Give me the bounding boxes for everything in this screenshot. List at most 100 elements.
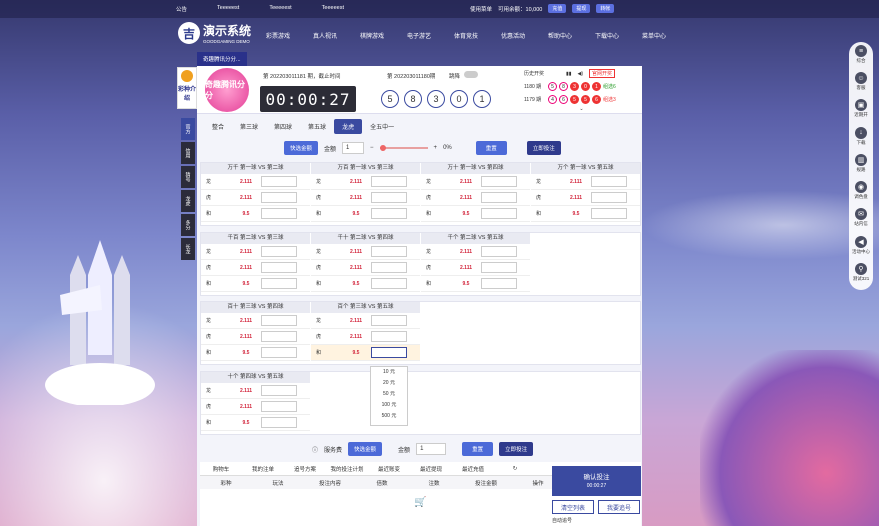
- bet-row[interactable]: 虎 2.111: [201, 260, 310, 276]
- bet-row[interactable]: 虎 2.111: [201, 190, 310, 206]
- reset-button[interactable]: 重置: [475, 141, 507, 155]
- chevron-down-icon[interactable]: ⌄: [524, 106, 639, 112]
- info-icon[interactable]: ⓘ: [312, 445, 318, 454]
- tab-item[interactable]: 第四球: [266, 119, 300, 134]
- bet-row[interactable]: 虎 2.111: [201, 329, 310, 345]
- bet-amount-input[interactable]: [371, 262, 407, 273]
- tab-item[interactable]: 龙虎: [334, 118, 363, 134]
- tab-item[interactable]: 第三球: [232, 119, 266, 134]
- official-draw-button[interactable]: 官网开奖: [589, 69, 616, 78]
- sound-icon[interactable]: ◀): [578, 71, 584, 77]
- bet-amount-input[interactable]: [371, 192, 407, 203]
- nav-item[interactable]: 电子游艺: [407, 31, 454, 40]
- nav-item[interactable]: 棋牌游戏: [360, 31, 407, 40]
- bet-amount-input[interactable]: [481, 176, 517, 187]
- submit-bet-button[interactable]: 立即投注: [499, 442, 534, 456]
- bet-row[interactable]: 虎 2.111: [421, 260, 530, 276]
- transfer-button[interactable]: 转帐: [596, 4, 615, 13]
- auto-chase-link[interactable]: 自动追号: [552, 517, 641, 524]
- float-menu-item[interactable]: ▣ 近期开: [851, 99, 871, 126]
- nav-item[interactable]: 下载中心: [595, 31, 642, 40]
- bet-amount-input[interactable]: [371, 331, 407, 342]
- submit-bet-button[interactable]: 立即投注: [526, 141, 561, 155]
- record-tab[interactable]: 我的投注计划: [326, 465, 368, 473]
- bet-row[interactable]: 虎 2.111: [201, 399, 310, 415]
- tab-item[interactable]: 整合: [204, 119, 232, 134]
- bet-amount-input[interactable]: [371, 176, 407, 187]
- record-tab[interactable]: 追号方案: [284, 465, 326, 473]
- game-intro-button[interactable]: 彩种介绍: [177, 67, 197, 109]
- nav-item[interactable]: 真人视讯: [313, 31, 360, 40]
- record-tab[interactable]: 购物车: [200, 465, 242, 473]
- record-tab[interactable]: 最近账变: [368, 465, 410, 473]
- float-menu-item[interactable]: ▥ 规路: [851, 153, 871, 181]
- bet-amount-input[interactable]: [481, 192, 517, 203]
- tab-item[interactable]: 全五中一: [362, 119, 402, 134]
- bet-amount-input[interactable]: [481, 246, 517, 257]
- notice-item[interactable]: Teeeeest: [217, 5, 239, 13]
- bet-amount-input[interactable]: [481, 262, 517, 273]
- bet-row[interactable]: 龙 2.111: [421, 244, 530, 260]
- amount-input[interactable]: 1: [416, 443, 447, 455]
- bet-row[interactable]: 虎 2.111: [311, 190, 420, 206]
- plus-icon[interactable]: +: [434, 145, 438, 151]
- bet-amount-input[interactable]: [261, 192, 297, 203]
- amount-slider[interactable]: [379, 145, 428, 151]
- nav-item[interactable]: 菜单中心: [642, 31, 689, 40]
- deposit-button[interactable]: 充值: [548, 4, 567, 13]
- confirm-bet-button[interactable]: 确认投注 00:00:27: [552, 466, 641, 496]
- bet-row[interactable]: 和 9.5: [201, 345, 310, 361]
- dropdown-option[interactable]: 10 元: [371, 367, 407, 378]
- bet-row[interactable]: 和 9.5: [421, 206, 530, 222]
- amount-input[interactable]: 1: [342, 142, 365, 154]
- side-tab[interactable]: 龙虎: [181, 190, 195, 212]
- bet-row[interactable]: 龙 2.111: [311, 174, 420, 190]
- bet-row[interactable]: 和 9.5: [201, 415, 310, 431]
- float-menu-item[interactable]: ◉ 调色盘: [851, 181, 871, 208]
- float-menu-item[interactable]: ☺ 客服: [851, 72, 871, 99]
- bet-amount-input[interactable]: [261, 315, 297, 326]
- bet-amount-input[interactable]: [371, 208, 407, 219]
- bet-row[interactable]: 龙 2.111: [201, 244, 310, 260]
- bet-amount-input[interactable]: [261, 417, 297, 428]
- bet-amount-input[interactable]: [261, 278, 297, 289]
- bet-row[interactable]: 龙 2.111: [531, 174, 640, 190]
- bet-row[interactable]: 和 9.5: [311, 345, 420, 361]
- bet-amount-input[interactable]: [481, 278, 517, 289]
- trend-toggle[interactable]: [464, 71, 478, 78]
- bet-amount-input[interactable]: [371, 246, 407, 257]
- quick-amount-button[interactable]: 快选金额: [348, 442, 383, 456]
- site-logo[interactable]: 吉 演示系统 GOODGAMING DEMO: [178, 22, 251, 44]
- bet-amount-input[interactable]: [261, 176, 297, 187]
- bet-row[interactable]: 龙 2.111: [311, 313, 420, 329]
- float-menu-item[interactable]: ≡ 综合: [851, 45, 871, 72]
- bet-amount-input[interactable]: [261, 401, 297, 412]
- bet-amount-input[interactable]: [371, 278, 407, 289]
- bet-row[interactable]: 和 9.5: [201, 276, 310, 292]
- bet-amount-input[interactable]: [261, 347, 297, 358]
- minus-icon[interactable]: −: [370, 145, 374, 151]
- clear-list-button[interactable]: 清空列表: [552, 500, 594, 514]
- withdraw-button[interactable]: 提现: [572, 4, 591, 13]
- chart-icon[interactable]: ▮▮: [566, 71, 572, 77]
- bet-amount-input[interactable]: [591, 176, 627, 187]
- user-menu[interactable]: 使用菜单: [470, 5, 492, 13]
- quick-amount-button[interactable]: 快选金额: [284, 141, 319, 155]
- bet-amount-input[interactable]: [371, 347, 407, 358]
- nav-item[interactable]: 体育竞技: [454, 31, 501, 40]
- reset-button[interactable]: 重置: [462, 442, 494, 456]
- side-tab[interactable]: 多分: [181, 214, 195, 236]
- game-breadcrumb[interactable]: 奇趣腾讯分分...: [197, 52, 247, 66]
- side-tab[interactable]: 信用: [181, 142, 195, 164]
- bet-amount-input[interactable]: [481, 208, 517, 219]
- bet-amount-input[interactable]: [371, 315, 407, 326]
- bet-row[interactable]: 和 9.5: [311, 206, 420, 222]
- record-tab[interactable]: 最近充值: [452, 465, 494, 473]
- side-tab[interactable]: 官方: [181, 118, 195, 140]
- bet-amount-input[interactable]: [261, 331, 297, 342]
- bet-amount-input[interactable]: [261, 262, 297, 273]
- bet-amount-input[interactable]: [261, 208, 297, 219]
- side-tab[interactable]: 长龙: [181, 238, 195, 260]
- dropdown-option[interactable]: 500 元: [371, 411, 407, 422]
- float-menu-item[interactable]: ◀ 活动中心: [851, 235, 871, 263]
